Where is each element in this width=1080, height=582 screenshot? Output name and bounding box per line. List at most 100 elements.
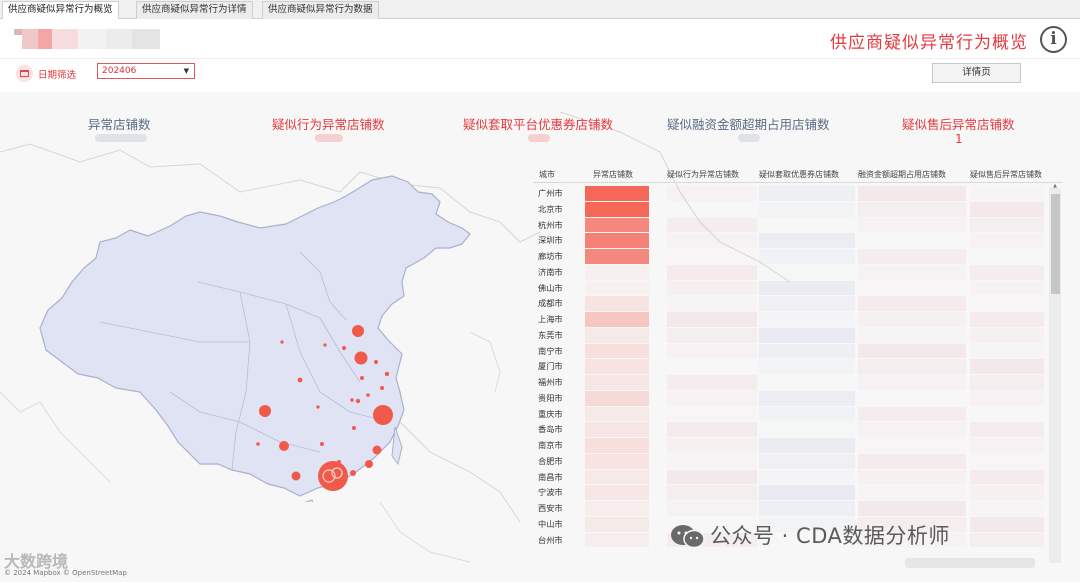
bubble-city[interactable] bbox=[352, 426, 356, 430]
bubble-city[interactable] bbox=[256, 442, 260, 446]
table-header: 城市 异常店铺数 疑似行为异常店铺数 疑似套取优惠券店铺数 融资金额超期占用店铺… bbox=[533, 168, 1063, 183]
bubble-city[interactable] bbox=[360, 376, 364, 380]
table-row-city[interactable]: 北京市 bbox=[538, 202, 588, 218]
bubble-city[interactable] bbox=[316, 405, 320, 409]
bubble-xiamen[interactable] bbox=[365, 460, 373, 468]
bubble-chengdu[interactable] bbox=[259, 405, 271, 417]
heat-cell bbox=[970, 501, 1044, 516]
heat-cell bbox=[667, 501, 757, 516]
wechat-icon bbox=[671, 525, 705, 549]
heat-cell bbox=[970, 280, 1044, 296]
column-header-abnormal[interactable]: 异常店铺数 bbox=[593, 169, 633, 180]
heat-cell bbox=[759, 280, 855, 296]
dashboard-window: 供应商疑似异常行为概览 供应商疑似异常行为详情 供应商疑似异常行为数据 供应商疑… bbox=[0, 0, 1080, 582]
table-row-city[interactable]: 廊坊市 bbox=[538, 249, 588, 265]
heat-cell bbox=[858, 375, 966, 390]
heat-cell bbox=[667, 296, 757, 311]
bubble-city[interactable] bbox=[380, 386, 384, 390]
table-row-city[interactable]: 上海市 bbox=[538, 312, 588, 328]
bubble-city[interactable] bbox=[342, 346, 346, 350]
bubble-city[interactable] bbox=[297, 377, 303, 383]
heat-cell bbox=[667, 438, 757, 453]
page-header: 供应商疑似异常行为概览 i bbox=[0, 19, 1080, 59]
table-row-city[interactable]: 贵阳市 bbox=[538, 391, 588, 407]
heat-cell bbox=[759, 312, 855, 327]
heat-cell bbox=[585, 516, 649, 532]
info-icon[interactable]: i bbox=[1040, 26, 1067, 53]
table-row-city[interactable]: 宁波市 bbox=[538, 485, 588, 501]
heat-cell bbox=[667, 233, 757, 248]
table-row-city[interactable]: 广州市 bbox=[538, 186, 588, 202]
scrollbar-thumb[interactable] bbox=[1051, 194, 1060, 294]
heat-cell bbox=[667, 422, 757, 437]
bubble-city[interactable] bbox=[350, 470, 356, 476]
heat-cell bbox=[759, 327, 855, 343]
bubble-nanning[interactable] bbox=[291, 471, 301, 481]
table-row-city[interactable]: 南宁市 bbox=[538, 344, 588, 360]
table-row-city[interactable]: 厦门市 bbox=[538, 359, 588, 375]
heat-cell bbox=[759, 422, 855, 437]
table-row-city[interactable]: 中山市 bbox=[538, 517, 588, 533]
bubble-city[interactable] bbox=[384, 371, 390, 377]
bubble-beijing[interactable] bbox=[352, 325, 364, 337]
bubble-city[interactable] bbox=[280, 340, 284, 344]
bubble-hangzhou[interactable] bbox=[373, 405, 393, 425]
table-row-city[interactable]: 东莞市 bbox=[538, 328, 588, 344]
bubble-chongqing[interactable] bbox=[279, 441, 289, 451]
table-row-city[interactable]: 成都市 bbox=[538, 296, 588, 312]
heat-cell bbox=[759, 359, 855, 374]
heat-cell bbox=[970, 454, 1044, 469]
bubble-city[interactable] bbox=[350, 398, 354, 402]
heat-cell bbox=[858, 296, 966, 311]
heat-cell bbox=[585, 327, 649, 343]
heat-cell bbox=[585, 532, 649, 548]
heat-cell bbox=[667, 407, 757, 422]
heat-cell bbox=[585, 438, 649, 453]
table-row-city[interactable]: 台州市 bbox=[538, 533, 588, 549]
column-header-financing[interactable]: 融资金额超期占用店铺数 bbox=[858, 169, 946, 180]
heat-cell bbox=[970, 344, 1044, 359]
table-row-city[interactable]: 福州市 bbox=[538, 375, 588, 391]
heat-cell bbox=[759, 390, 855, 406]
bubble-city[interactable] bbox=[374, 360, 378, 364]
heat-cell bbox=[759, 343, 855, 359]
tab-data[interactable]: 供应商疑似异常行为数据 bbox=[262, 1, 379, 19]
table-row-city[interactable]: 西安市 bbox=[538, 501, 588, 517]
kpi-aftersales-value: 1 bbox=[955, 132, 963, 146]
heat-cell bbox=[585, 312, 649, 327]
table-row-city[interactable]: 重庆市 bbox=[538, 407, 588, 423]
calendar-icon bbox=[16, 65, 33, 82]
heat-cell bbox=[667, 359, 757, 374]
heat-cell bbox=[970, 532, 1044, 548]
heat-cell bbox=[970, 438, 1044, 453]
table-row-city[interactable]: 深圳市 bbox=[538, 233, 588, 249]
detail-page-button[interactable]: 详情页 bbox=[932, 63, 1021, 83]
heat-cell bbox=[858, 186, 966, 201]
heat-cell bbox=[858, 201, 966, 217]
column-header-behavior[interactable]: 疑似行为异常店铺数 bbox=[667, 169, 739, 180]
heat-cell bbox=[759, 233, 855, 248]
column-header-city[interactable]: 城市 bbox=[539, 169, 555, 180]
bubble-city[interactable] bbox=[366, 393, 370, 397]
tab-overview[interactable]: 供应商疑似异常行为概览 bbox=[2, 1, 119, 20]
china-map[interactable] bbox=[0, 92, 540, 502]
table-row-city[interactable]: 济南市 bbox=[538, 265, 588, 281]
heat-cell bbox=[585, 375, 649, 390]
heat-cell bbox=[667, 454, 757, 469]
table-row-city[interactable]: 合肥市 bbox=[538, 454, 588, 470]
table-row-city[interactable]: 香岛市 bbox=[538, 422, 588, 438]
column-header-aftersales[interactable]: 疑似售后异常店铺数 bbox=[970, 169, 1042, 180]
column-header-coupon[interactable]: 疑似套取优惠券店铺数 bbox=[759, 169, 839, 180]
table-row-city[interactable]: 南昌市 bbox=[538, 470, 588, 486]
bubble-tianjin[interactable] bbox=[354, 351, 368, 365]
bubble-city[interactable] bbox=[323, 343, 327, 347]
bubble-city[interactable] bbox=[320, 442, 324, 446]
table-row-city[interactable]: 南京市 bbox=[538, 438, 588, 454]
table-row-city[interactable]: 杭州市 bbox=[538, 218, 588, 234]
heat-cell bbox=[970, 516, 1044, 532]
table-row-city[interactable]: 佛山市 bbox=[538, 281, 588, 297]
date-select[interactable]: 202406 ▼ bbox=[97, 63, 195, 79]
bubble-fuzhou[interactable] bbox=[372, 445, 382, 455]
bubble-city[interactable] bbox=[355, 398, 361, 404]
tab-details[interactable]: 供应商疑似异常行为详情 bbox=[136, 1, 253, 19]
